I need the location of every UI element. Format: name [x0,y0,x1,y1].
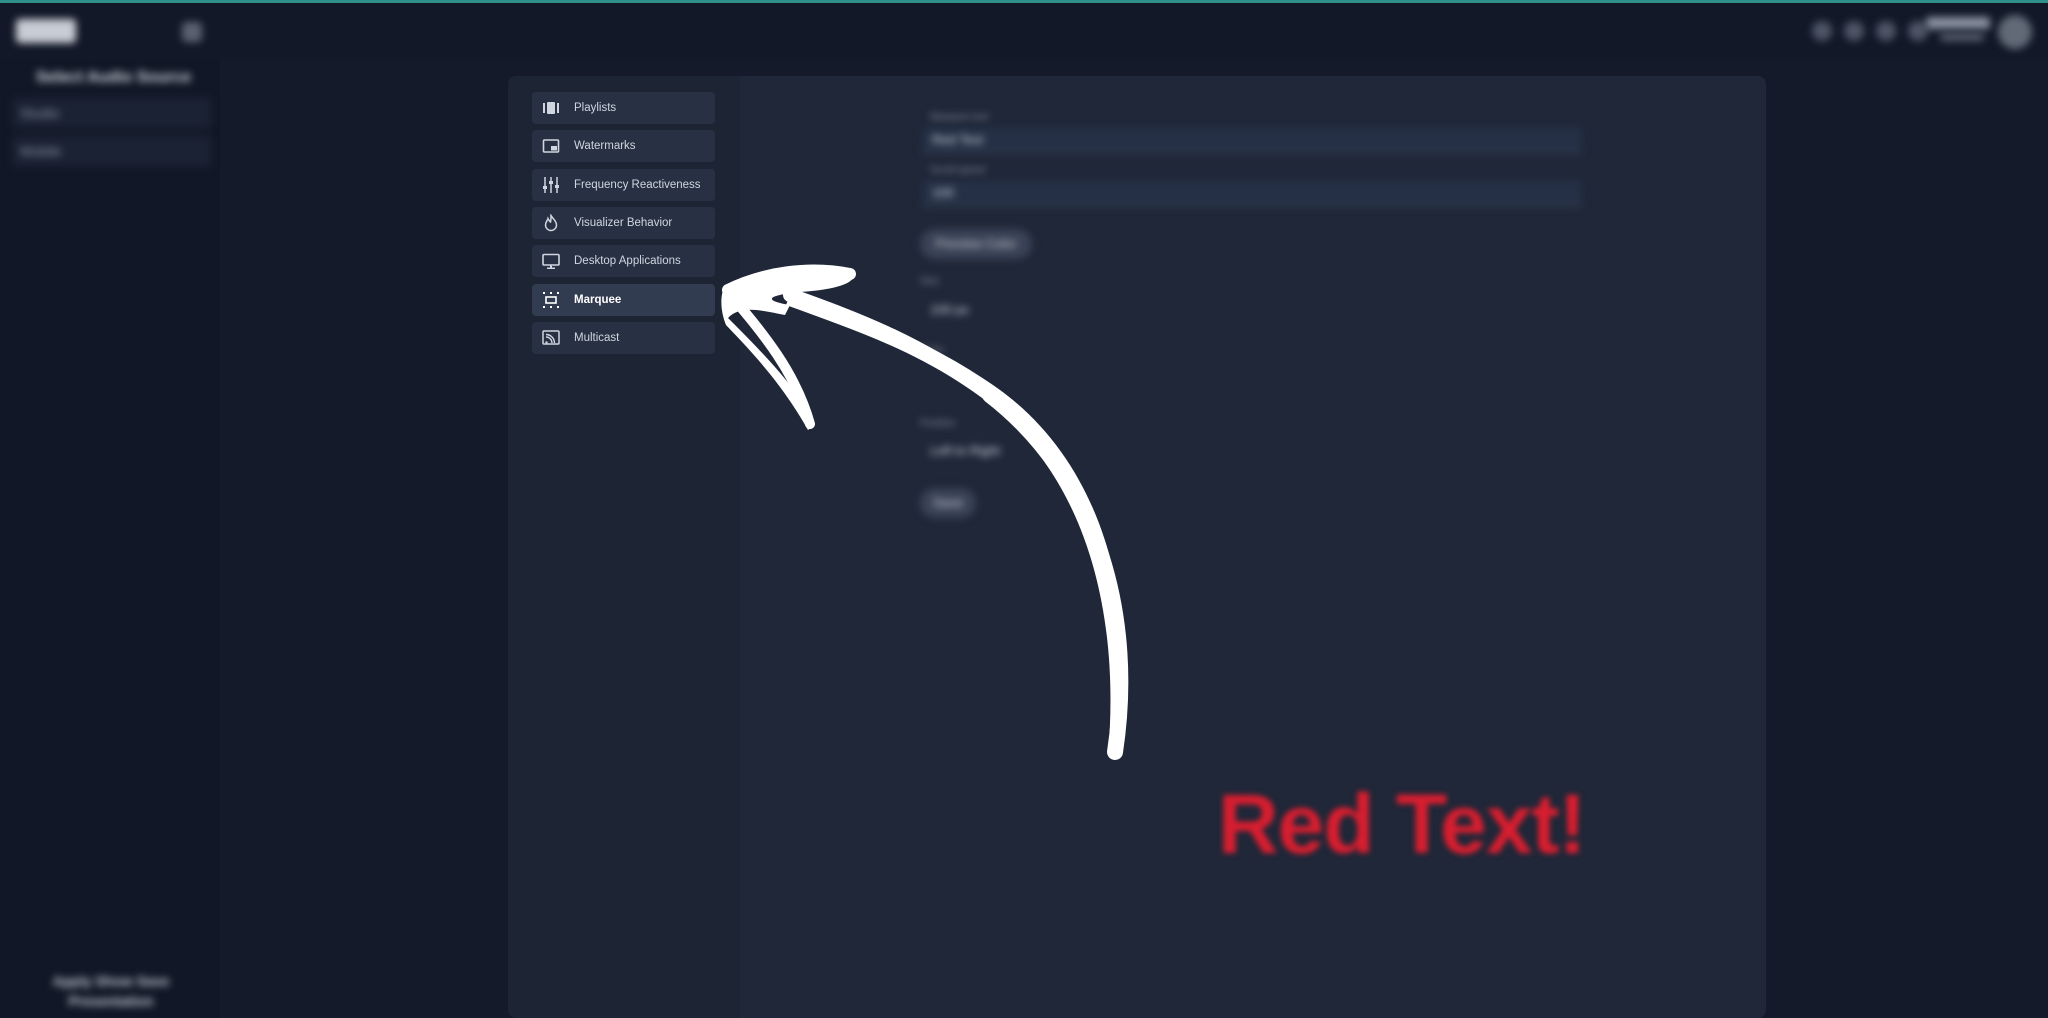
menu-item-label: Frequency Reactiveness [574,179,701,191]
left-item-mobile[interactable]: Mobile [12,135,212,167]
left-item-studio[interactable]: Studio [12,97,212,129]
left-sidebar-title: Select Audio Source [36,69,191,86]
menu-item-desktop-applications[interactable]: Desktop Applications [532,245,715,277]
app-logo[interactable] [16,19,76,43]
user-role [1940,33,1984,41]
menu-item-multicast[interactable]: Multicast [532,322,715,354]
notification-icon[interactable] [1812,21,1832,41]
power-icon[interactable] [1908,21,1928,41]
top-icon-group [1812,21,1928,41]
menu-item-visualizer-behavior[interactable]: Visualizer Behavior [532,207,715,239]
playlist-icon [542,99,560,117]
marquee-text-label: Marquee text [930,112,989,123]
menu-item-marquee[interactable]: Marquee [532,284,715,316]
menu-item-label: Marquee [574,294,622,306]
equalizer-icon [542,176,560,194]
menu-item-label: Playlists [574,102,617,114]
avatar[interactable] [1998,15,2032,49]
left-sidebar: Select Audio Source Studio Mobile Apply … [0,59,220,1018]
scroll-speed-label: Scroll speed [930,165,986,176]
menu-item-label: Visualizer Behavior [574,217,673,229]
flame-icon [542,214,560,232]
scroll-speed-input[interactable]: 100 [922,180,1582,206]
cast-icon [542,329,560,347]
size-value[interactable]: 100 px [930,302,969,317]
menu-item-label: Watermarks [574,140,636,152]
marquee-text-input[interactable]: Red Text [922,127,1582,153]
menu-item-frequency-reactiveness[interactable]: Frequency Reactiveness [532,169,715,201]
menu-icon[interactable] [182,22,202,42]
menu-item-label: Multicast [574,332,620,344]
user-name [1926,17,1990,29]
monitor-icon [542,252,560,270]
size-label: Size [920,276,940,287]
help-icon[interactable] [1844,21,1864,41]
save-button[interactable]: Save [920,488,976,518]
preview-color-button[interactable]: Preview Color [920,229,1032,259]
top-bar [0,3,2048,59]
left-footer-actions[interactable]: Apply Show Save Presentation [36,971,186,1011]
menu-item-playlists[interactable]: Playlists [532,92,715,124]
position-label: Position [920,418,956,429]
red-text-annotation: Red Text! [1218,777,1586,871]
watermark-icon [542,137,560,155]
color-label: Color [920,345,944,356]
position-value[interactable]: Left to Right [930,443,1000,458]
menu-item-watermarks[interactable]: Watermarks [532,130,715,162]
marquee-icon [542,291,560,309]
settings-icon[interactable] [1876,21,1896,41]
menu-item-label: Desktop Applications [574,255,681,267]
